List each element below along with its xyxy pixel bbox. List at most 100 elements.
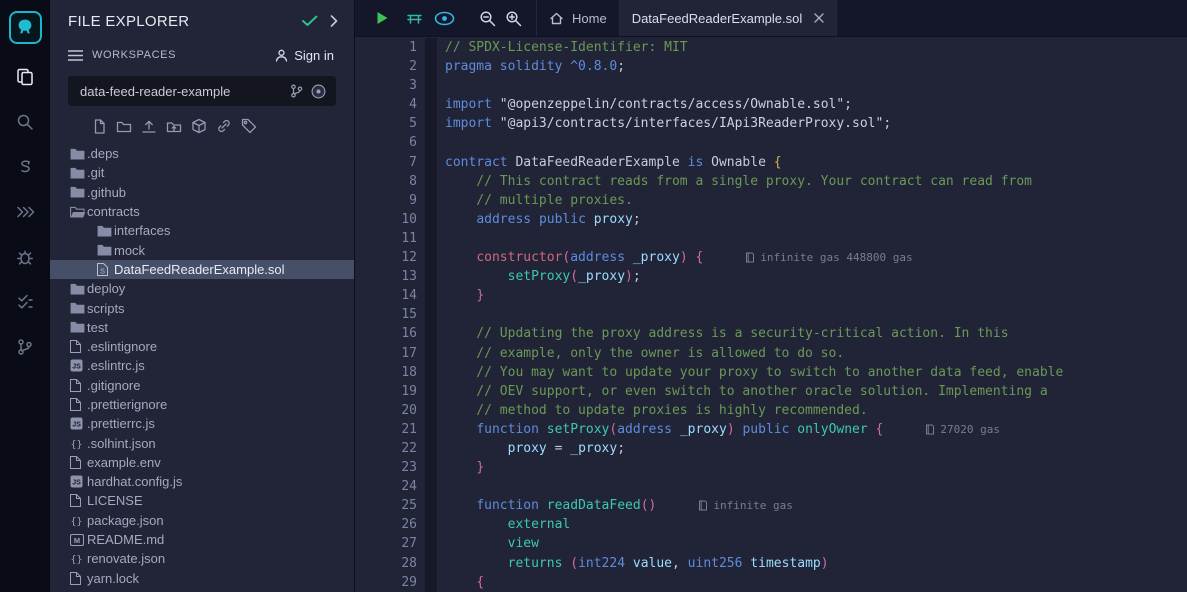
tab-home[interactable]: Home bbox=[536, 0, 620, 36]
code-line[interactable]: 8 // This contract reads from a single p… bbox=[355, 172, 1187, 191]
code-line[interactable]: 3 bbox=[355, 76, 1187, 95]
deploy-run-icon[interactable] bbox=[0, 189, 50, 234]
upload-folder-icon[interactable] bbox=[166, 119, 182, 134]
tree-item[interactable]: scripts bbox=[50, 298, 354, 317]
script-runner-icon[interactable] bbox=[406, 0, 423, 36]
tree-item[interactable]: .git bbox=[50, 163, 354, 182]
tree-item[interactable]: .gitignore bbox=[50, 376, 354, 395]
code-line[interactable]: 17 // example, only the owner is allowed… bbox=[355, 344, 1187, 363]
code-line[interactable]: 14 } bbox=[355, 286, 1187, 305]
code-line[interactable]: 28 returns (int224 value, uint256 timest… bbox=[355, 554, 1187, 573]
line-number[interactable]: 2 bbox=[355, 57, 417, 76]
git-icon[interactable] bbox=[0, 324, 50, 369]
tree-item[interactable]: yarn.lock bbox=[50, 569, 354, 588]
tree-item[interactable]: .github bbox=[50, 183, 354, 202]
tab-active-file[interactable]: DataFeedReaderExample.sol bbox=[620, 0, 838, 36]
line-number[interactable]: 20 bbox=[355, 401, 417, 420]
tree-item[interactable]: {}renovate.json bbox=[50, 549, 354, 568]
code-line[interactable]: 1// SPDX-License-Identifier: MIT bbox=[355, 38, 1187, 57]
tree-item[interactable]: JS.prettierrc.js bbox=[50, 414, 354, 433]
code-line[interactable]: 20 // method to update proxies is highly… bbox=[355, 401, 1187, 420]
line-number[interactable]: 24 bbox=[355, 477, 417, 496]
line-number[interactable]: 22 bbox=[355, 439, 417, 458]
code-line[interactable]: 11 bbox=[355, 229, 1187, 248]
tree-item[interactable]: .prettierignore bbox=[50, 395, 354, 414]
line-number[interactable]: 29 bbox=[355, 573, 417, 592]
code-line[interactable]: 7contract DataFeedReaderExample is Ownab… bbox=[355, 153, 1187, 172]
line-number[interactable]: 23 bbox=[355, 458, 417, 477]
tree-item[interactable]: {}package.json bbox=[50, 511, 354, 530]
tree-item[interactable]: .eslintignore bbox=[50, 337, 354, 356]
code-line[interactable]: 9 // multiple proxies. bbox=[355, 191, 1187, 210]
chevron-right-icon[interactable] bbox=[330, 15, 338, 27]
new-file-icon[interactable] bbox=[92, 119, 107, 134]
line-number[interactable]: 3 bbox=[355, 76, 417, 95]
line-number[interactable]: 1 bbox=[355, 38, 417, 57]
run-script-button[interactable] bbox=[375, 0, 389, 36]
code-line[interactable]: 12 constructor(address _proxy) {infinite… bbox=[355, 248, 1187, 267]
code-editor[interactable]: 1// SPDX-License-Identifier: MIT2pragma … bbox=[355, 37, 1187, 592]
tree-item[interactable]: .deps bbox=[50, 144, 354, 163]
debugger-icon[interactable] bbox=[0, 234, 50, 279]
upload-file-icon[interactable] bbox=[141, 119, 157, 134]
line-number[interactable]: 14 bbox=[355, 286, 417, 305]
line-number[interactable]: 8 bbox=[355, 172, 417, 191]
tree-item[interactable]: test bbox=[50, 318, 354, 337]
line-number[interactable]: 26 bbox=[355, 515, 417, 534]
code-line[interactable]: 29 { bbox=[355, 573, 1187, 592]
code-line[interactable]: 16 // Updating the proxy address is a se… bbox=[355, 324, 1187, 343]
code-line[interactable]: 26 external bbox=[355, 515, 1187, 534]
line-number[interactable]: 27 bbox=[355, 534, 417, 553]
line-number[interactable]: 19 bbox=[355, 382, 417, 401]
code-line[interactable]: 6 bbox=[355, 133, 1187, 152]
solidity-compiler-icon[interactable] bbox=[0, 144, 50, 189]
line-number[interactable]: 11 bbox=[355, 229, 417, 248]
code-line[interactable]: 5import "@api3/contracts/interfaces/IApi… bbox=[355, 114, 1187, 133]
code-line[interactable]: 19 // OEV support, or even switch to ano… bbox=[355, 382, 1187, 401]
tree-item[interactable]: interfaces bbox=[50, 221, 354, 240]
link-icon[interactable] bbox=[216, 118, 232, 134]
line-number[interactable]: 12 bbox=[355, 248, 417, 267]
line-number[interactable]: 9 bbox=[355, 191, 417, 210]
tree-item[interactable]: deploy bbox=[50, 279, 354, 298]
tree-item[interactable]: LICENSE bbox=[50, 491, 354, 510]
sign-in-button[interactable]: Sign in bbox=[275, 48, 334, 63]
close-tab-icon[interactable] bbox=[814, 13, 824, 23]
tree-item[interactable]: MREADME.md bbox=[50, 530, 354, 549]
tree-item[interactable]: JShardhat.config.js bbox=[50, 472, 354, 491]
code-line[interactable]: 4import "@openzeppelin/contracts/access/… bbox=[355, 95, 1187, 114]
tree-item[interactable]: SDataFeedReaderExample.sol bbox=[50, 260, 354, 279]
tree-item[interactable]: {}.solhint.json bbox=[50, 433, 354, 452]
line-number[interactable]: 16 bbox=[355, 324, 417, 343]
zoom-out-button[interactable] bbox=[479, 0, 496, 36]
tree-item[interactable]: contracts bbox=[50, 202, 354, 221]
line-number[interactable]: 18 bbox=[355, 363, 417, 382]
line-number[interactable]: 15 bbox=[355, 305, 417, 324]
code-line[interactable]: 23 } bbox=[355, 458, 1187, 477]
line-number[interactable]: 10 bbox=[355, 210, 417, 229]
line-number[interactable]: 13 bbox=[355, 267, 417, 286]
tree-item[interactable]: example.env bbox=[50, 453, 354, 472]
code-line[interactable]: 18 // You may want to update your proxy … bbox=[355, 363, 1187, 382]
search-icon[interactable] bbox=[0, 99, 50, 144]
line-number[interactable]: 21 bbox=[355, 420, 417, 439]
code-line[interactable]: 27 view bbox=[355, 534, 1187, 553]
code-line[interactable]: 10 address public proxy; bbox=[355, 210, 1187, 229]
line-number[interactable]: 4 bbox=[355, 95, 417, 114]
code-line[interactable]: 22 proxy = _proxy; bbox=[355, 439, 1187, 458]
line-number[interactable]: 28 bbox=[355, 554, 417, 573]
new-folder-icon[interactable] bbox=[116, 119, 132, 134]
line-number[interactable]: 6 bbox=[355, 133, 417, 152]
gist-tag-icon[interactable] bbox=[241, 118, 257, 134]
hamburger-menu-icon[interactable] bbox=[68, 50, 83, 61]
toggle-widget-icon[interactable] bbox=[434, 0, 455, 36]
code-line[interactable]: 25 function readDataFeed()infinite gas bbox=[355, 496, 1187, 515]
check-icon[interactable] bbox=[302, 15, 318, 27]
line-number[interactable]: 25 bbox=[355, 496, 417, 515]
tree-item[interactable]: mock bbox=[50, 240, 354, 259]
file-explorer-icon[interactable] bbox=[0, 54, 50, 99]
code-line[interactable]: 2pragma solidity ^0.8.0; bbox=[355, 57, 1187, 76]
code-line[interactable]: 24 bbox=[355, 477, 1187, 496]
line-number[interactable]: 7 bbox=[355, 153, 417, 172]
git-branch-icon[interactable] bbox=[290, 84, 303, 98]
